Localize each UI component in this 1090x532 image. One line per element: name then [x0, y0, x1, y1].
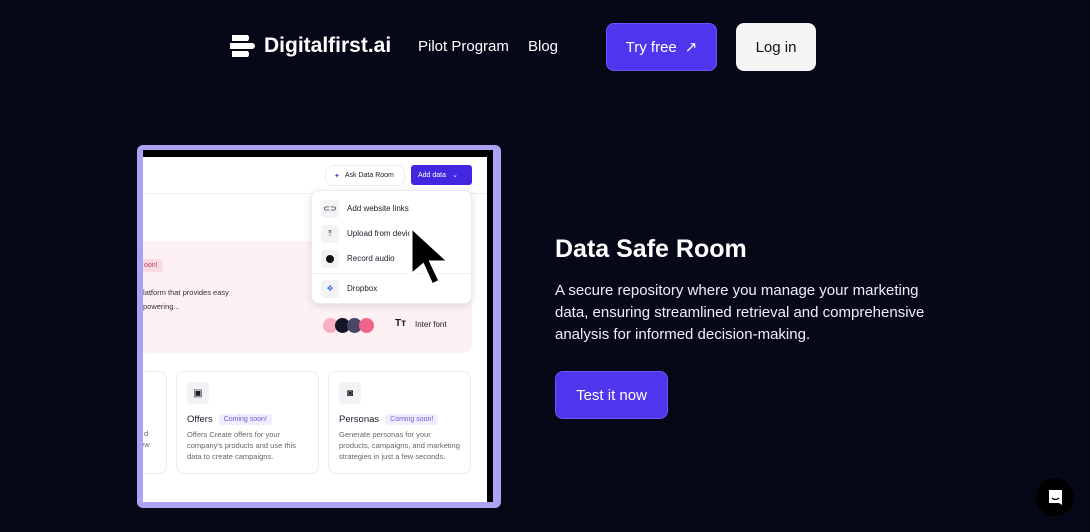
- upload-icon: ⤒: [321, 224, 339, 243]
- hero-description: A secure repository where you manage you…: [555, 282, 925, 343]
- chat-icon: [1048, 489, 1062, 505]
- logo-icon: [230, 35, 255, 57]
- hero-title: Data Safe Room: [555, 235, 747, 263]
- nav-pilot-program[interactable]: Pilot Program: [418, 38, 509, 55]
- login-button[interactable]: Log in: [736, 23, 816, 71]
- product-preview: ✦ Ask Data Room Add data ⌄ oon! latform th…: [137, 145, 501, 508]
- cursor-icon: [409, 225, 453, 288]
- menu-item-add-website-links[interactable]: ⊂⊃ Add website links: [312, 196, 471, 221]
- ask-data-room-button[interactable]: ✦ Ask Data Room: [325, 165, 405, 186]
- play-icon: [321, 249, 339, 268]
- link-icon: ⊂⊃: [321, 199, 339, 218]
- chevron-down-icon: ⌄: [452, 172, 458, 179]
- sparkle-icon: ✦: [334, 172, 340, 180]
- offers-icon: ▣: [187, 382, 209, 404]
- brand-name: Digitalfirst.ai: [264, 34, 392, 57]
- add-data-button[interactable]: Add data ⌄: [411, 165, 472, 185]
- chat-widget-button[interactable]: [1036, 478, 1074, 516]
- dropbox-icon: ❖: [321, 279, 339, 298]
- personas-icon: ◙: [339, 382, 361, 404]
- nav-blog[interactable]: Blog: [528, 38, 558, 55]
- try-free-label: Try free: [625, 38, 677, 56]
- logo[interactable]: Digitalfirst.ai: [230, 33, 391, 59]
- try-free-button[interactable]: Try free ↗: [606, 23, 717, 71]
- card-offers[interactable]: ▣ Offers Coming soon! Offers Create offer…: [176, 371, 319, 474]
- color-palette: [323, 318, 374, 333]
- card-personas[interactable]: ◙ Personas Coming soon! Generate personas…: [328, 371, 471, 474]
- arrow-up-right-icon: ↗: [684, 39, 698, 56]
- test-it-now-button[interactable]: Test it now: [555, 371, 668, 419]
- card-left: d few: [143, 371, 167, 474]
- text-size-icon: Tт: [395, 318, 407, 329]
